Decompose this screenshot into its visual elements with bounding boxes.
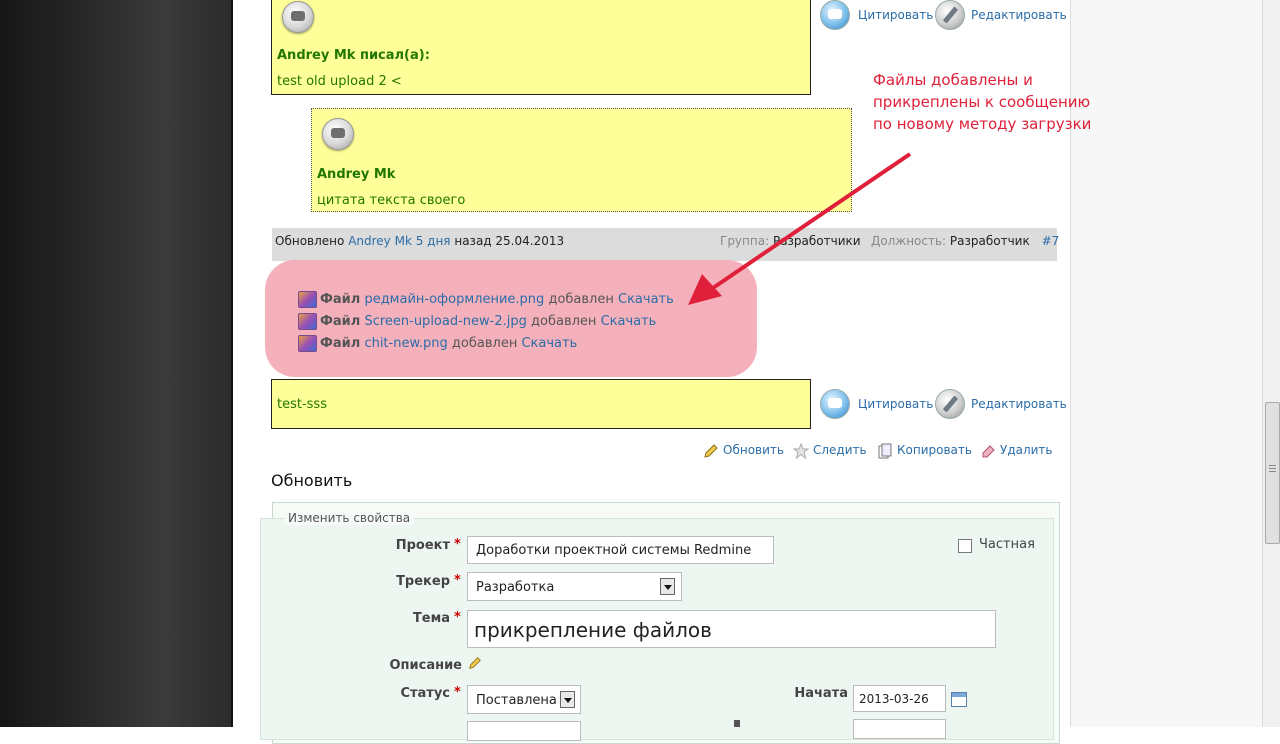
required-mark: * xyxy=(454,610,461,625)
edit-link[interactable]: Редактировать xyxy=(971,397,1067,411)
required-mark: * xyxy=(454,573,461,588)
page-background-left xyxy=(0,0,231,727)
annotation-line: Файлы добавлены и xyxy=(873,71,1033,89)
quote-icon[interactable] xyxy=(820,0,850,30)
star-icon xyxy=(793,443,809,459)
download-link[interactable]: Скачать xyxy=(601,314,657,329)
quote-bubble-icon xyxy=(322,118,354,150)
description-label-text: Описание xyxy=(389,658,462,673)
journal-note-box: test-sss xyxy=(271,379,811,429)
vertical-scrollbar[interactable] xyxy=(1262,0,1280,727)
journal-note-box: Andrey Mk писал(а): test old upload 2 < xyxy=(271,0,811,95)
tracker-label: Трекер xyxy=(330,574,450,589)
updated-label: Обновлено xyxy=(275,234,345,248)
label-partial xyxy=(734,720,740,727)
file-prefix: Файл xyxy=(320,292,361,307)
journal-updated-line: Обновлено Andrey Mk 5 дня назад 25.04.20… xyxy=(275,234,564,248)
required-mark: * xyxy=(454,537,461,552)
page-margin-right xyxy=(1070,0,1263,727)
scroll-grip-line xyxy=(1269,465,1276,466)
quote-link[interactable]: Цитировать xyxy=(858,8,933,22)
delete-icon xyxy=(982,445,995,458)
chevron-down-icon[interactable] xyxy=(660,578,675,595)
annotation-text: Файлы добавлены и прикреплены к сообщени… xyxy=(873,69,1091,135)
nested-quote-text: цитата текста своего xyxy=(317,193,466,208)
quote-author: Andrey Mk писал(а): xyxy=(277,48,430,63)
quote-bubble-icon xyxy=(282,1,314,33)
project-label: Проект xyxy=(330,538,450,553)
download-link[interactable]: Скачать xyxy=(618,292,674,307)
file-added: добавлен xyxy=(451,336,518,351)
tracker-select[interactable]: Разработка xyxy=(467,572,682,601)
start-date-label: Начата xyxy=(760,686,848,701)
subject-label-text: Тема xyxy=(412,611,450,626)
file-link[interactable]: редмайн-оформление.png xyxy=(364,292,544,307)
scroll-grip-line xyxy=(1269,468,1276,469)
calendar-icon[interactable] xyxy=(951,692,967,707)
quote-icon[interactable] xyxy=(820,389,850,419)
attachment-icon xyxy=(298,291,317,308)
date-input-partial[interactable] xyxy=(853,719,946,739)
status-label: Статус xyxy=(330,686,450,701)
file-link[interactable]: Screen-upload-new-2.jpg xyxy=(364,314,526,329)
description-label: Описание xyxy=(330,658,462,673)
updated-date: назад 25.04.2013 xyxy=(454,234,565,248)
edit-icon[interactable] xyxy=(935,0,965,30)
author-link[interactable]: Andrey Mk xyxy=(348,234,412,248)
private-checkbox[interactable] xyxy=(958,539,972,553)
download-link[interactable]: Скачать xyxy=(521,336,577,351)
select-partial[interactable] xyxy=(467,721,581,741)
annotation-arrow xyxy=(688,152,912,305)
start-date-input[interactable]: 2013-03-26 xyxy=(853,685,946,712)
file-added: добавлен xyxy=(531,314,597,329)
project-select[interactable]: Доработки проектной системы Redmine xyxy=(467,536,774,564)
pencil-icon xyxy=(704,444,718,458)
quote-text: test old upload 2 < xyxy=(277,74,402,89)
fieldset-legend: Изменить свойства xyxy=(284,511,415,525)
private-label: Частная xyxy=(979,537,1035,552)
watch-link[interactable]: Следить xyxy=(813,443,867,457)
subject-label: Тема xyxy=(330,611,450,626)
project-label-text: Проект xyxy=(395,538,450,553)
attachment-icon xyxy=(298,313,317,330)
journal-number-link[interactable]: #7 xyxy=(1042,234,1060,248)
update-link[interactable]: Обновить xyxy=(723,443,784,457)
start-date-label-text: Начата xyxy=(794,686,848,701)
delete-link[interactable]: Удалить xyxy=(1000,443,1053,457)
status-label-text: Статус xyxy=(400,686,450,701)
scroll-grip-line xyxy=(1269,471,1276,472)
edit-link[interactable]: Редактировать xyxy=(971,8,1067,22)
time-ago-link[interactable]: 5 дня xyxy=(416,234,451,248)
copy-icon xyxy=(878,443,892,459)
annotation-line: прикреплены к сообщению xyxy=(873,93,1091,111)
file-prefix: Файл xyxy=(320,336,361,351)
quote-link[interactable]: Цитировать xyxy=(858,397,933,411)
attachment-icon xyxy=(298,335,317,352)
file-link[interactable]: chit-new.png xyxy=(364,336,447,351)
edit-icon[interactable] xyxy=(935,389,965,419)
file-added: добавлен xyxy=(548,292,614,307)
subject-input[interactable]: прикрепление файлов xyxy=(467,610,996,648)
role-value: Разработчик xyxy=(949,234,1030,248)
content-border xyxy=(231,0,233,727)
file-prefix: Файл xyxy=(320,314,361,329)
copy-link[interactable]: Копировать xyxy=(897,443,972,457)
nested-quote-author: Andrey Mk xyxy=(317,167,396,182)
annotation-line: по новому методу загрузки xyxy=(873,115,1092,133)
note-text: test-sss xyxy=(277,397,327,412)
attachment-row: Файл редмайн-оформление.png добавлен Ска… xyxy=(320,292,674,307)
update-section-title: Обновить xyxy=(271,471,353,490)
required-mark: * xyxy=(454,685,461,700)
attachment-row: Файл Screen-upload-new-2.jpg добавлен Ск… xyxy=(320,314,656,329)
attachment-row: Файл chit-new.png добавлен Скачать xyxy=(320,336,577,351)
edit-description-icon[interactable] xyxy=(468,656,482,670)
tracker-label-text: Трекер xyxy=(396,574,450,589)
scrollbar-thumb[interactable] xyxy=(1265,402,1280,544)
chevron-down-icon[interactable] xyxy=(560,691,575,708)
